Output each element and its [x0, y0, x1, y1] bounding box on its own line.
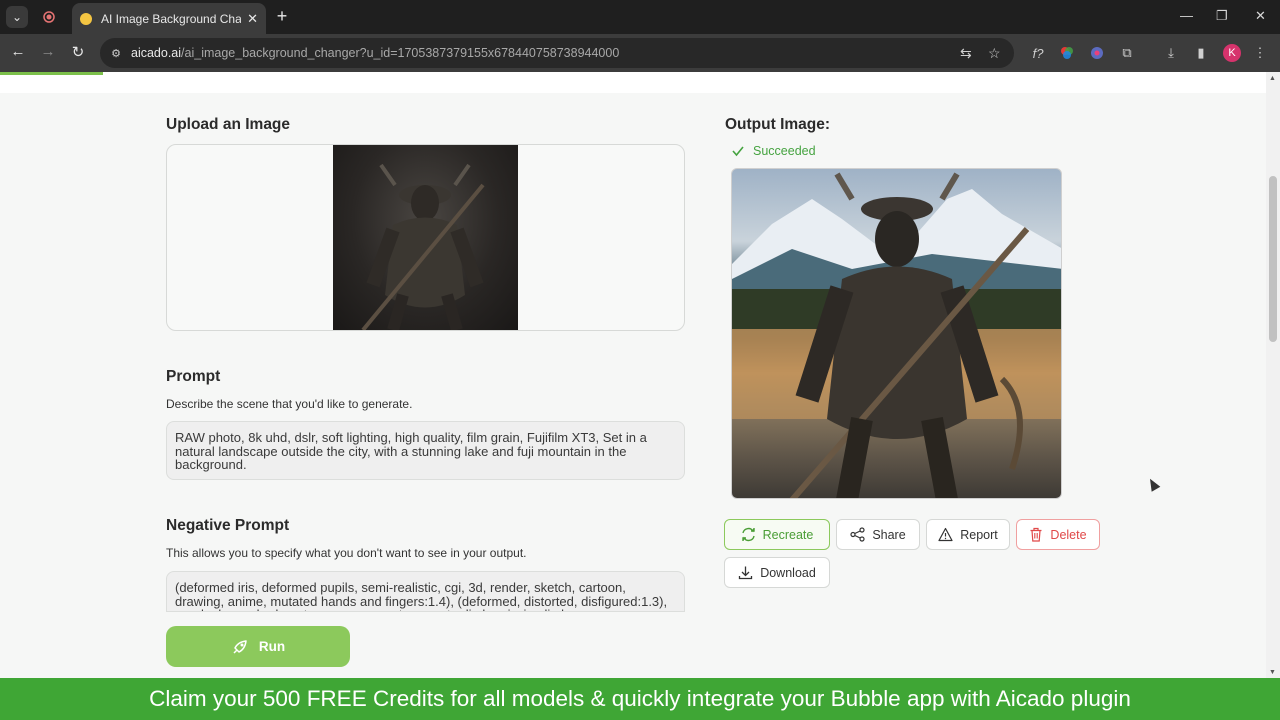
check-icon [732, 146, 744, 157]
forward-icon[interactable]: → [38, 43, 58, 60]
extension-color-icon[interactable] [1059, 45, 1075, 61]
reload-icon[interactable]: ↻ [68, 43, 88, 61]
mouse-cursor [1145, 476, 1161, 492]
refresh-icon [741, 527, 755, 542]
extension-fx-icon[interactable]: f? [1030, 45, 1046, 61]
translate-icon[interactable]: ⇆ [960, 45, 972, 62]
report-label: Report [960, 527, 998, 542]
side-panel-icon[interactable]: ▮ [1193, 45, 1209, 61]
report-button[interactable]: Report [926, 519, 1010, 550]
tab-title: AI Image Background Changer [101, 11, 242, 26]
extension-flower-icon[interactable] [1089, 45, 1105, 61]
browser-toolbar: ← → ↻ ⚙ aicado.ai/ai_image_background_ch… [0, 34, 1280, 72]
share-button[interactable]: Share [836, 519, 920, 550]
downloads-icon[interactable]: ⤓ [1163, 45, 1179, 61]
upload-title: Upload an Image [166, 116, 291, 133]
minimize-icon[interactable]: — [1180, 8, 1193, 23]
close-window-icon[interactable]: ✕ [1255, 8, 1266, 24]
scrollbar-thumb[interactable] [1269, 176, 1277, 342]
delete-button[interactable]: Delete [1016, 519, 1100, 550]
recreate-button[interactable]: Recreate [724, 519, 830, 550]
negative-prompt-description: This allows you to specify what you don'… [166, 546, 527, 560]
browser-tab-bar: ⌄ AI Image Background Changer ✕ + — ❐ ✕ [0, 0, 1280, 34]
scroll-up-icon[interactable]: ▲ [1269, 75, 1276, 82]
address-bar[interactable]: ⚙ aicado.ai/ai_image_background_changer?… [100, 38, 1014, 68]
status-badge: Succeeded [731, 144, 816, 158]
recreate-label: Recreate [762, 527, 814, 542]
run-button[interactable]: Run [166, 626, 350, 667]
page-scrollbar[interactable]: ▲ ▼ [1266, 72, 1280, 678]
trash-icon [1030, 527, 1042, 542]
download-button[interactable]: Download [724, 557, 830, 588]
run-label: Run [258, 639, 286, 654]
rocket-icon [233, 639, 247, 654]
share-icon [850, 527, 865, 542]
uploaded-image [333, 145, 518, 330]
status-text: Succeeded [753, 144, 816, 158]
restore-icon[interactable]: ❐ [1216, 8, 1228, 24]
download-label: Download [760, 565, 816, 580]
close-tab-icon[interactable]: ✕ [247, 11, 258, 27]
negative-prompt-title: Negative Prompt [166, 517, 290, 534]
output-title: Output Image: [725, 116, 831, 133]
new-tab-icon[interactable]: + [274, 6, 290, 26]
output-image [731, 168, 1062, 499]
profile-avatar[interactable]: K [1223, 44, 1241, 62]
site-info-icon[interactable]: ⚙ [108, 45, 124, 61]
extensions-puzzle-icon[interactable]: ⧉ [1119, 45, 1135, 61]
promo-banner: Claim your 500 FREE Credits for all mode… [0, 678, 1280, 720]
share-label: Share [872, 527, 906, 542]
url-host: aicado.ai [131, 46, 182, 60]
scroll-down-icon[interactable]: ▼ [1269, 669, 1276, 676]
site-favicon-icon [80, 12, 92, 25]
delete-label: Delete [1050, 527, 1087, 542]
prompt-textarea[interactable]: RAW photo, 8k uhd, dslr, soft lighting, … [166, 421, 685, 480]
record-icon[interactable] [38, 6, 60, 28]
prompt-title: Prompt [166, 368, 221, 385]
browser-tab[interactable]: AI Image Background Changer ✕ [72, 3, 266, 34]
negative-prompt-textarea[interactable]: (deformed iris, deformed pupils, semi-re… [166, 571, 685, 612]
prompt-description: Describe the scene that you'd like to ge… [166, 397, 413, 411]
warning-icon [938, 527, 953, 542]
url-path: /ai_image_background_changer?u_id=170538… [181, 46, 620, 60]
download-icon [739, 566, 753, 580]
tab-search-icon[interactable]: ⌄ [6, 6, 28, 28]
back-icon[interactable]: ← [8, 43, 28, 60]
page-progress-bar [0, 72, 103, 75]
menu-kebab-icon[interactable]: ⋮ [1252, 45, 1268, 61]
bookmark-star-icon[interactable]: ☆ [988, 45, 1001, 62]
page-header-strip [0, 72, 1266, 93]
